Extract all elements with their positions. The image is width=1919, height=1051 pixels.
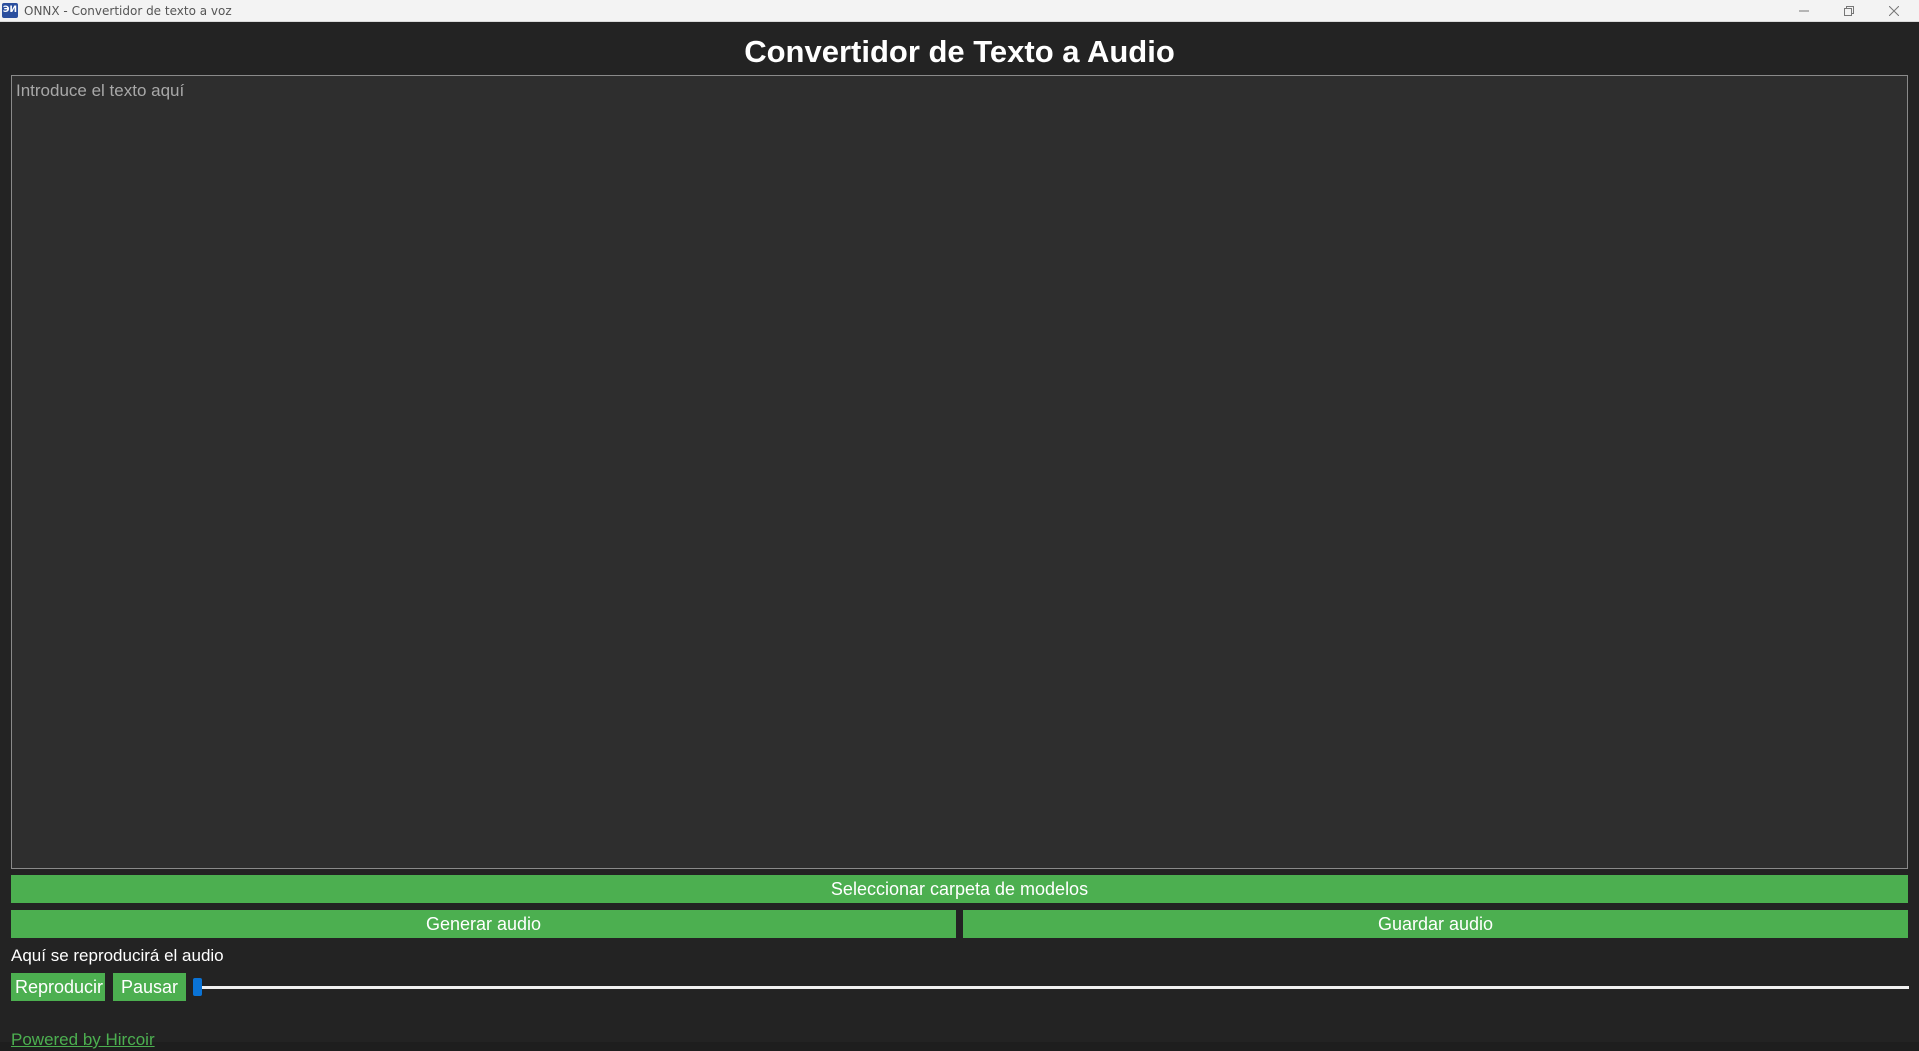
minimize-button[interactable] xyxy=(1782,0,1826,22)
audio-status-label: Aquí se reproducirá el audio xyxy=(11,946,224,965)
powered-by-link[interactable]: Powered by Hircoir xyxy=(11,1029,155,1051)
minimize-icon xyxy=(1799,10,1809,12)
play-button[interactable]: Reproducir xyxy=(11,973,105,1001)
app-main: Convertidor de Texto a Audio Seleccionar… xyxy=(0,22,1919,1049)
window-titlebar: ЭИ ONNX - Convertidor de texto a voz xyxy=(0,0,1919,22)
restore-button[interactable] xyxy=(1827,0,1871,22)
slider-thumb[interactable] xyxy=(193,978,202,996)
generate-audio-button[interactable]: Generar audio xyxy=(11,910,956,938)
window-title: ONNX - Convertidor de texto a voz xyxy=(24,4,232,18)
close-button[interactable] xyxy=(1872,0,1916,22)
select-model-folder-button[interactable]: Seleccionar carpeta de modelos xyxy=(11,875,1908,903)
pause-button[interactable]: Pausar xyxy=(113,973,186,1001)
playback-slider[interactable] xyxy=(193,976,1909,998)
slider-track xyxy=(193,986,1909,989)
close-icon xyxy=(1889,6,1899,16)
restore-icon xyxy=(1844,6,1854,16)
page-title: Convertidor de Texto a Audio xyxy=(744,34,1175,69)
save-audio-button[interactable]: Guardar audio xyxy=(963,910,1908,938)
app-icon: ЭИ xyxy=(2,3,18,18)
text-input[interactable] xyxy=(11,75,1908,869)
